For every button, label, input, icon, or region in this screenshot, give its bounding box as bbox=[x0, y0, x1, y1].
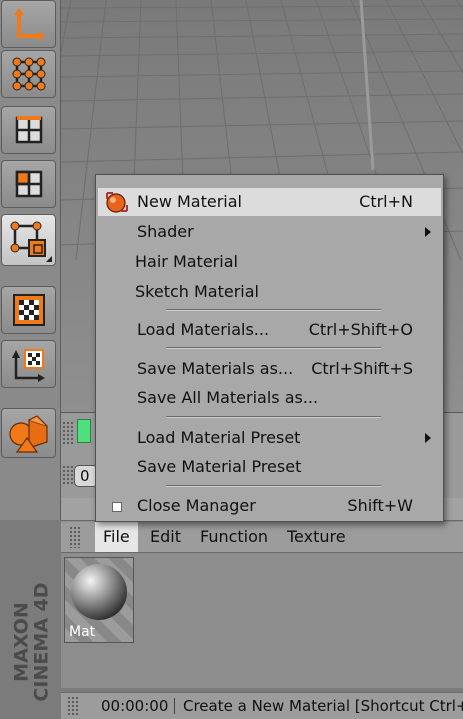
menu-item-save-materials-as[interactable]: Save Materials as... Ctrl+Shift+S bbox=[98, 355, 441, 383]
edges-mode-icon bbox=[15, 116, 42, 144]
edges-mode-button[interactable] bbox=[1, 106, 56, 154]
menu-item-sketch-material[interactable]: Sketch Material bbox=[98, 278, 441, 306]
texture-mode-button[interactable] bbox=[1, 286, 56, 334]
texture-axis-button[interactable] bbox=[1, 340, 56, 388]
time-slider-handle[interactable] bbox=[77, 419, 91, 443]
submenu-arrow-icon bbox=[425, 227, 431, 237]
material-list[interactable]: Mat bbox=[61, 553, 463, 688]
material-name-label: Mat bbox=[69, 624, 96, 640]
material-swatch[interactable]: Mat bbox=[64, 557, 134, 643]
object-mode-icon bbox=[10, 221, 46, 257]
primitives-icon bbox=[8, 415, 48, 453]
status-bar: 00:00:00 Create a New Material [Shortcut… bbox=[61, 692, 463, 719]
menu-separator bbox=[166, 485, 381, 487]
timeline-grip-icon[interactable] bbox=[62, 421, 74, 445]
statusbar-grip-icon bbox=[67, 696, 79, 716]
menu-item-hair-material[interactable]: Hair Material bbox=[98, 248, 441, 276]
polygons-mode-icon bbox=[15, 170, 42, 198]
menu-separator bbox=[166, 309, 381, 311]
points-mode-icon bbox=[12, 57, 45, 91]
expand-corner-icon bbox=[46, 256, 52, 262]
menu-function[interactable]: Function bbox=[192, 522, 276, 552]
new-material-icon bbox=[106, 192, 128, 213]
status-divider bbox=[174, 698, 175, 714]
menu-item-new-material[interactable]: New Material Ctrl+N bbox=[98, 188, 441, 216]
menu-item-shader[interactable]: Shader bbox=[98, 218, 441, 246]
status-time: 00:00:00 bbox=[101, 697, 169, 715]
menu-item-load-material-preset[interactable]: Load Material Preset bbox=[98, 424, 441, 452]
mode-toolbar bbox=[0, 0, 61, 520]
status-message: Create a New Material [Shortcut Ctrl+N] bbox=[183, 697, 463, 715]
close-manager-icon bbox=[112, 502, 122, 512]
points-mode-button[interactable] bbox=[1, 50, 56, 98]
menu-item-save-all-materials-as[interactable]: Save All Materials as... bbox=[98, 384, 441, 412]
polygons-mode-button[interactable] bbox=[1, 160, 56, 208]
primitives-button[interactable] bbox=[1, 408, 56, 458]
frame-grip-icon[interactable] bbox=[62, 465, 74, 485]
menu-item-close-manager[interactable]: Close Manager Shift+W bbox=[98, 492, 441, 520]
logo-text: MAXON CINEMA 4D bbox=[10, 582, 53, 702]
menu-item-load-materials[interactable]: Load Materials... Ctrl+Shift+O bbox=[98, 316, 441, 344]
texture-axis-icon bbox=[11, 349, 45, 382]
object-mode-button[interactable] bbox=[1, 214, 56, 266]
menu-separator bbox=[166, 347, 381, 349]
menubar-grip-icon[interactable] bbox=[69, 526, 81, 548]
menu-file[interactable]: File bbox=[95, 522, 138, 552]
texture-mode-icon bbox=[12, 294, 45, 326]
material-manager: File Edit Function Texture Mat bbox=[61, 498, 463, 688]
axis-icon bbox=[13, 8, 45, 41]
menu-texture[interactable]: Texture bbox=[279, 522, 354, 552]
maxon-logo: MAXON CINEMA 4D bbox=[0, 560, 60, 718]
menu-item-save-material-preset[interactable]: Save Material Preset bbox=[98, 453, 441, 481]
manager-menubar: File Edit Function Texture bbox=[61, 522, 463, 553]
axis-tool-button[interactable] bbox=[1, 0, 56, 48]
submenu-arrow-icon bbox=[425, 433, 431, 443]
menu-separator bbox=[166, 416, 381, 418]
file-context-menu: New Material Ctrl+N Shader Hair Material… bbox=[95, 174, 444, 522]
material-sphere-icon bbox=[71, 564, 127, 620]
menu-edit[interactable]: Edit bbox=[142, 522, 189, 552]
